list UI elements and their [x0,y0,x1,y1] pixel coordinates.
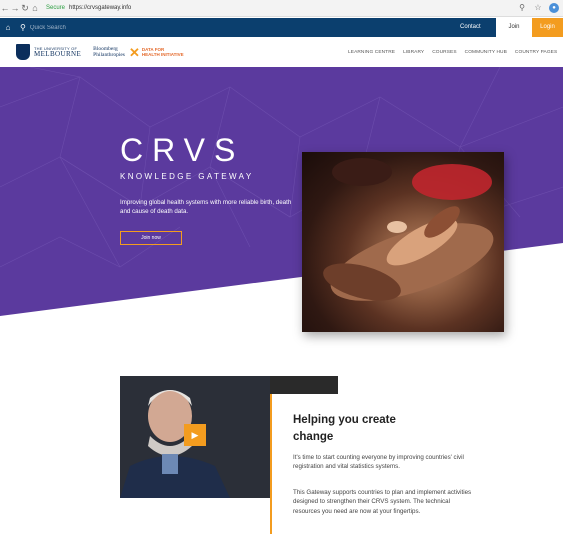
url-text: https://crvsgateway.info [69,5,132,11]
hero-description: Improving global health systems with mor… [120,199,292,215]
uom-logo-big-text: MELBOURNE [34,49,82,58]
accent-line [270,394,272,534]
quick-search: ⚲ [20,18,150,37]
zoom-icon[interactable]: ⚲ [517,2,527,14]
join-now-button[interactable]: Join now [120,231,182,245]
search-icon[interactable]: ⚲ [20,23,26,32]
hero-subtitle: KNOWLEDGE GATEWAY [120,172,254,181]
site-topbar: ⌂ ⚲ Contact Join Login [0,18,563,37]
address-bar[interactable]: Secure https://crvsgateway.info [46,2,131,14]
section-title: Helping you create change [293,414,396,443]
university-of-melbourne-logo[interactable]: THE UNIVERSITY OF MELBOURNE [16,44,81,60]
section-paragraph-2: This Gateway supports countries to plan … [293,489,472,515]
main-nav: LEARNING CENTRE LIBRARY COURSES COMMUNIT… [348,37,557,67]
section-paragraph-1: It's time to start counting everyone by … [293,454,464,471]
profile-avatar-icon[interactable]: ● [549,3,559,13]
home-icon[interactable]: ⌂ [0,18,16,37]
d4h-line2: HEALTH INITIATIVE [141,52,184,57]
data-for-health-logo[interactable]: ✕ DATA FOR HEALTH INITIATIVE [129,46,184,59]
back-icon[interactable]: ← [0,1,10,15]
nav-item-community-hub[interactable]: COMMUNITY HUB [465,50,507,55]
browser-toolbar: ← → ↻ ⌂ Secure https://crvsgateway.info … [0,0,563,17]
video-top-bar [270,376,338,394]
bloomberg-philanthropies-logo[interactable]: Bloomberg Philanthropies [93,46,125,58]
hero-title: CRVS [120,132,245,168]
bookmark-star-icon[interactable]: ☆ [533,2,543,14]
nav-item-courses[interactable]: COURSES [432,50,456,55]
login-button[interactable]: Login [532,18,563,37]
header-nav-bar: THE UNIVERSITY OF MELBOURNE Bloomberg Ph… [0,37,563,67]
nav-item-library[interactable]: LIBRARY [403,50,424,55]
reload-icon[interactable]: ↻ [20,1,30,15]
join-button[interactable]: Join [496,18,532,37]
nav-item-country-pages[interactable]: COUNTRY PAGES [515,50,557,55]
home-icon[interactable]: ⌂ [30,1,40,15]
d4h-x-icon: ✕ [128,44,140,60]
contact-link[interactable]: Contact [460,18,481,37]
nav-item-learning-centre[interactable]: LEARNING CENTRE [348,50,395,55]
hero-photo-hands [302,152,504,332]
secure-label: Secure [46,5,66,11]
hands-illustration [323,158,494,301]
search-input[interactable] [29,24,150,31]
forward-icon[interactable]: → [10,1,20,15]
play-icon[interactable]: ▶ [184,424,206,446]
bloomberg-line2: Philanthropies [93,52,125,58]
crest-icon [16,44,30,60]
